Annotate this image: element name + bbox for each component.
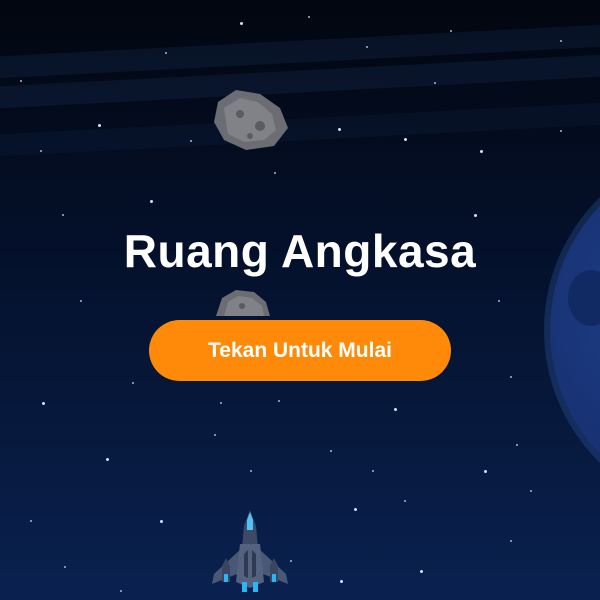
star: [240, 22, 243, 25]
star: [190, 140, 192, 142]
star: [165, 52, 167, 54]
star: [80, 300, 82, 302]
star: [64, 566, 66, 568]
star: [214, 434, 216, 436]
star: [474, 214, 477, 217]
star: [530, 490, 532, 492]
star: [132, 382, 134, 384]
star: [372, 470, 374, 472]
star: [338, 128, 341, 131]
asteroid-icon: [216, 290, 270, 316]
star: [330, 450, 332, 452]
star: [404, 500, 406, 502]
game-title: Ruang Angkasa: [123, 225, 477, 277]
nebula-band: [0, 99, 600, 159]
star: [160, 520, 163, 523]
star: [62, 214, 64, 216]
spaceship-icon: [212, 510, 288, 592]
star: [340, 580, 343, 583]
star: [40, 150, 42, 152]
star: [42, 402, 45, 405]
planet: [550, 150, 600, 510]
asteroid-icon: [214, 90, 288, 150]
star: [354, 508, 357, 511]
star: [106, 458, 109, 461]
star: [420, 570, 423, 573]
star: [484, 470, 487, 473]
star: [150, 200, 153, 203]
star: [560, 40, 562, 42]
star: [20, 80, 22, 82]
star: [220, 402, 222, 404]
star: [450, 30, 452, 32]
star: [278, 400, 280, 402]
game-canvas[interactable]: Ruang Angkasa Tekan Untuk Mulai: [0, 0, 600, 600]
star: [120, 590, 122, 592]
star: [516, 444, 518, 446]
planet-crater: [568, 270, 600, 326]
star: [480, 150, 483, 153]
star: [308, 16, 310, 18]
star: [274, 172, 276, 174]
star: [98, 124, 101, 127]
star: [250, 470, 252, 472]
star: [404, 138, 407, 141]
star: [498, 300, 500, 302]
star: [434, 82, 436, 84]
star: [510, 376, 512, 378]
start-button[interactable]: Tekan Untuk Mulai: [149, 320, 451, 381]
star: [394, 408, 397, 411]
star: [366, 46, 368, 48]
star: [510, 540, 512, 542]
star: [30, 520, 32, 522]
star: [560, 130, 562, 132]
